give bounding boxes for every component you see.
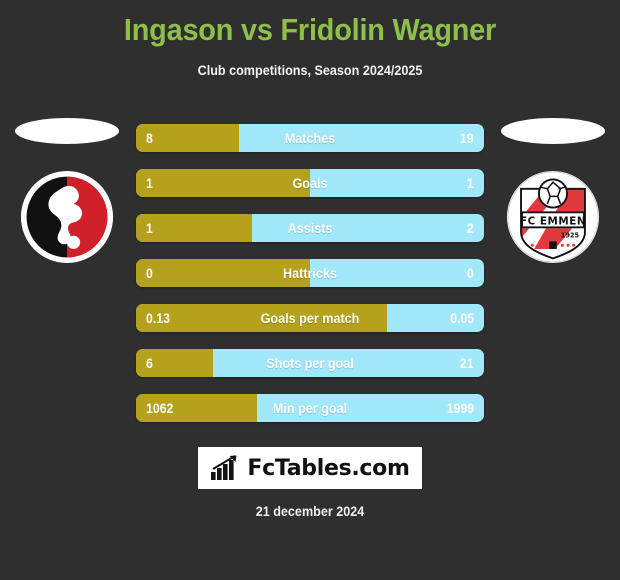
away-value: 1999 (446, 400, 474, 416)
away-value: 0 (467, 265, 474, 281)
stat-label: Shots per goal (266, 355, 354, 371)
away-team-crest-area: FC EMMEN 1925 (498, 118, 608, 298)
away-crest-highlight-ellipse (501, 118, 605, 144)
stat-row-hattricks: 0 Hattricks 0 (136, 259, 484, 287)
home-value: 8 (146, 130, 153, 146)
home-value: 6 (146, 355, 153, 371)
footer-date: 21 december 2024 (255, 503, 365, 519)
stat-row-min-per-goal: 1062 Min per goal 1999 (136, 394, 484, 422)
stat-label: Hattricks (283, 265, 337, 281)
svg-text:1925: 1925 (561, 232, 580, 240)
away-value: 0.05 (450, 310, 474, 326)
stat-row-assists: 1 Assists 2 (136, 214, 484, 242)
away-value: 1 (467, 175, 474, 191)
stat-comparison-infographic: Ingason vs Fridolin Wagner Club competit… (0, 0, 620, 580)
page-subtitle: Club competitions, Season 2024/2025 (197, 62, 423, 78)
home-value: 1 (146, 220, 153, 236)
home-crest-highlight-ellipse (15, 118, 119, 144)
stat-row-goals-per-match: 0.13 Goals per match 0.05 (136, 304, 484, 332)
stat-row-shots-per-goal: 6 Shots per goal 21 (136, 349, 484, 377)
stats-bar-list: 8 Matches 19 1 Goals 1 1 Assists 2 0 Hat… (136, 124, 484, 439)
brand-name: FcTables.com (247, 455, 410, 481)
stat-label: Min per goal (272, 400, 348, 416)
stat-label: Goals (292, 175, 328, 191)
away-value: 19 (460, 130, 474, 146)
svg-text:FC EMMEN: FC EMMEN (520, 216, 586, 228)
away-value: 21 (460, 355, 474, 371)
stat-label: Matches (284, 130, 336, 146)
fc-emmen-crest-icon: FC EMMEN 1925 (506, 170, 600, 264)
page-title: Ingason vs Fridolin Wagner (123, 12, 497, 47)
home-club-crest-icon (20, 170, 114, 264)
home-value: 0 (146, 265, 153, 281)
away-value: 2 (467, 220, 474, 236)
bar-chart-growth-icon (211, 455, 237, 480)
home-value: 1 (146, 175, 153, 191)
stat-label: Assists (287, 220, 333, 236)
home-team-crest-area (12, 118, 122, 298)
stat-row-matches: 8 Matches 19 (136, 124, 484, 152)
stat-row-goals: 1 Goals 1 (136, 169, 484, 197)
stat-label: Goals per match (260, 310, 360, 326)
fctables-brand-logo[interactable]: FcTables.com (198, 447, 422, 489)
